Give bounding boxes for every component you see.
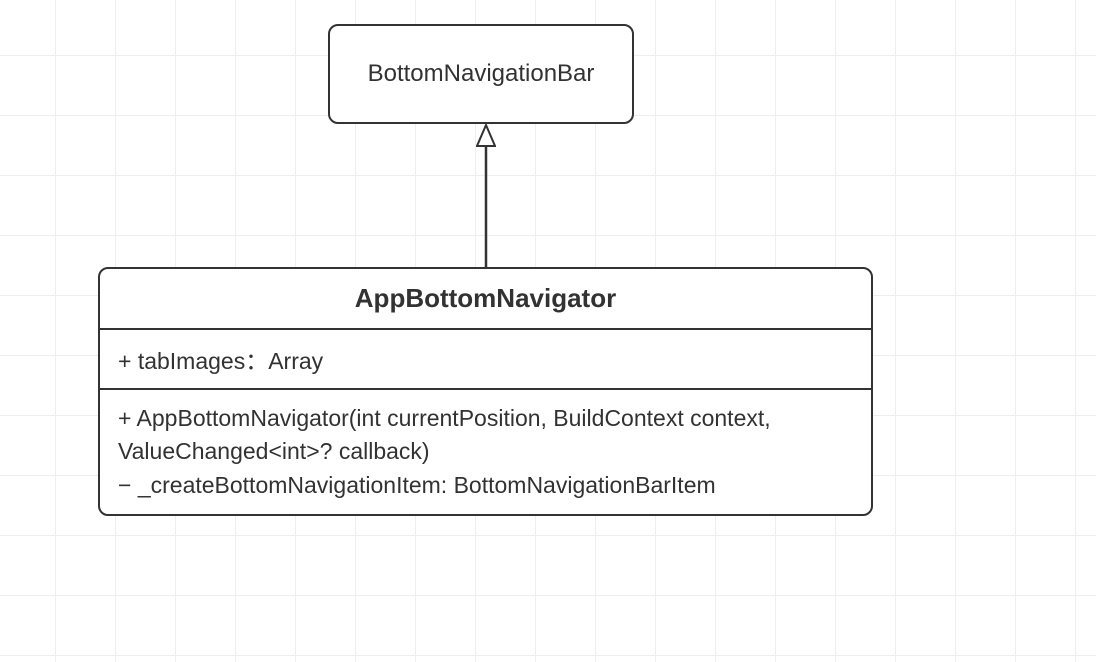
class-box-child[interactable]: AppBottomNavigator + tabImages：Array + A… xyxy=(98,267,873,516)
arrow-triangle xyxy=(477,125,495,146)
class-name-parent: BottomNavigationBar xyxy=(368,60,595,88)
class-name-child: AppBottomNavigator xyxy=(100,269,871,330)
class-attributes-section: + tabImages：Array xyxy=(100,330,871,390)
class-operation: − _createBottomNavigationItem: BottomNav… xyxy=(118,469,853,502)
class-operations-section: + AppBottomNavigator(int currentPosition… xyxy=(100,390,871,514)
generalization-arrow xyxy=(476,124,496,267)
class-box-parent[interactable]: BottomNavigationBar xyxy=(328,24,634,124)
class-attribute: + tabImages：Array xyxy=(118,342,853,376)
class-operation: + AppBottomNavigator(int currentPosition… xyxy=(118,402,853,469)
uml-canvas: BottomNavigationBar AppBottomNavigator +… xyxy=(0,0,1096,662)
